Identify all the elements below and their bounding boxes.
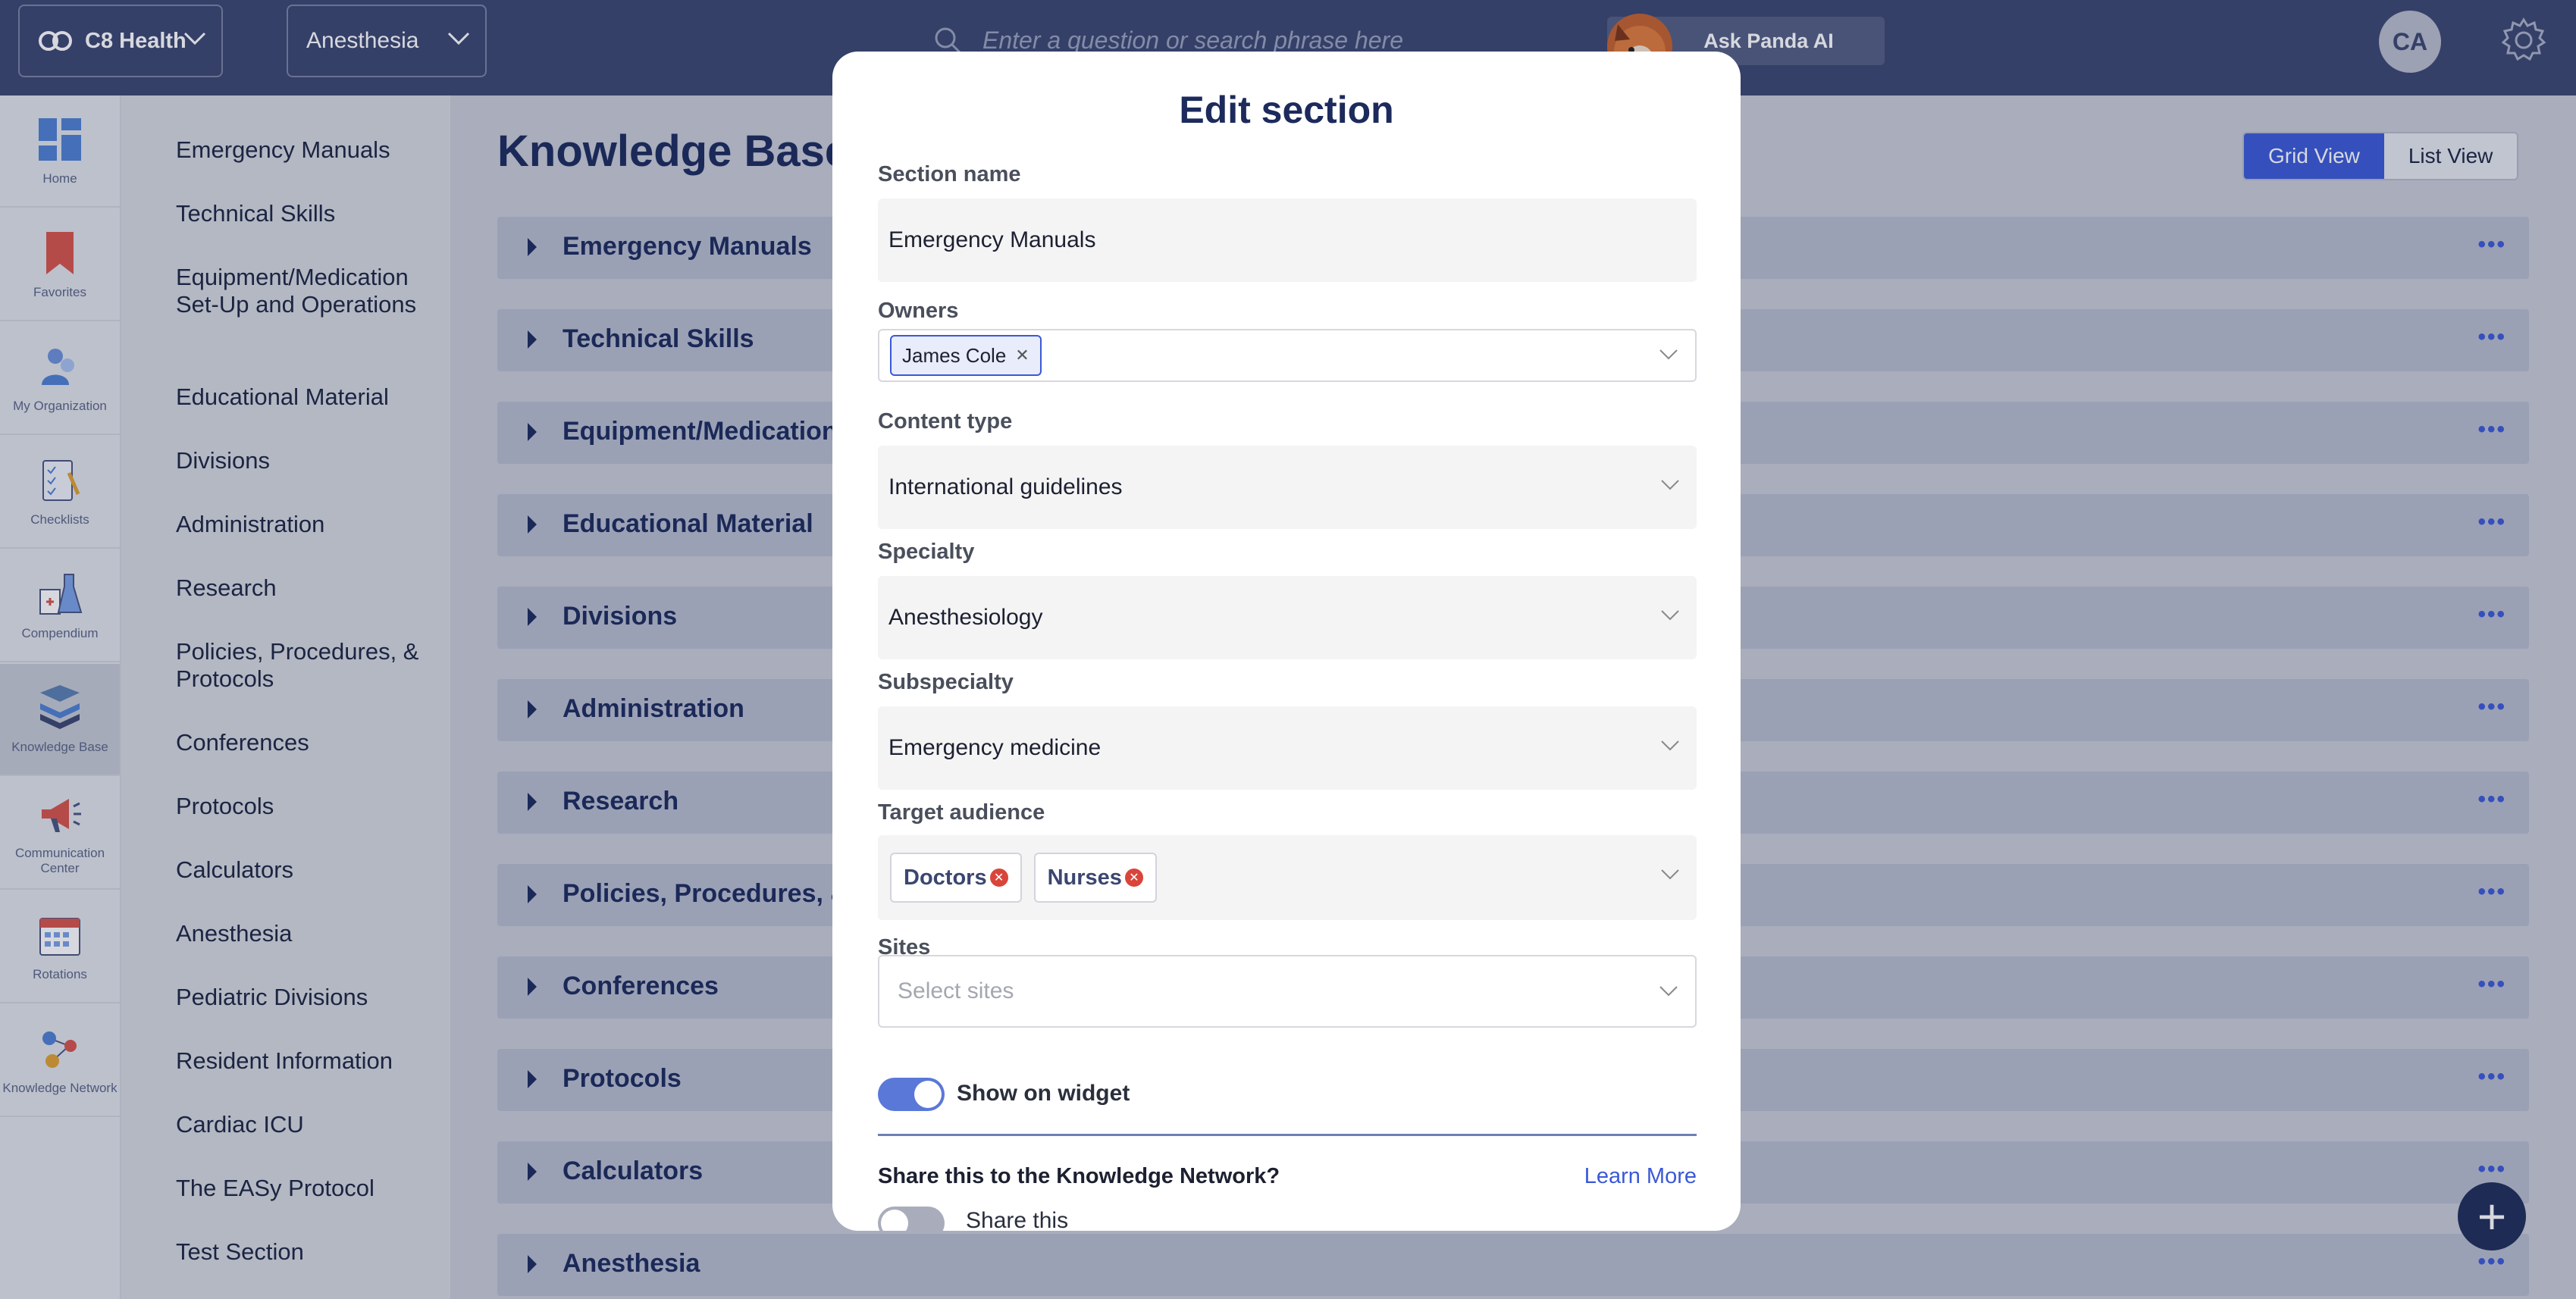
audience-tag: Nurses ✕: [1033, 853, 1157, 903]
section-name-label: Section name: [878, 162, 1021, 186]
content-type-label: Content type: [878, 409, 1013, 434]
section-name-value: Emergency Manuals: [888, 227, 1096, 252]
share-this-label: Share this: [966, 1208, 1069, 1231]
edit-section-modal: Edit section Section name Emergency Manu…: [832, 52, 1741, 1231]
owners-select[interactable]: James Cole ✕: [878, 329, 1697, 382]
divider: [878, 1134, 1697, 1136]
chevron-down-icon: [1661, 610, 1679, 621]
show-on-widget-toggle[interactable]: [878, 1078, 945, 1111]
show-on-widget-label: Show on widget: [957, 1081, 1130, 1106]
share-this-toggle[interactable]: [878, 1207, 945, 1231]
target-audience-label: Target audience: [878, 800, 1045, 825]
chevron-down-icon: [1661, 740, 1679, 751]
share-knowledge-network-question: Share this to the Knowledge Network?: [878, 1164, 1280, 1188]
content-type-value: International guidelines: [888, 474, 1123, 499]
specialty-value: Anesthesiology: [888, 605, 1043, 630]
chevron-down-icon: [1659, 986, 1678, 997]
audience-tag-label: Doctors: [904, 865, 987, 890]
audience-tag: Doctors ✕: [890, 853, 1022, 903]
specialty-label: Specialty: [878, 540, 975, 564]
remove-tag-icon[interactable]: ✕: [1124, 869, 1143, 887]
toggle-knob: [914, 1081, 942, 1108]
chevron-down-icon[interactable]: [1659, 349, 1678, 361]
section-name-input[interactable]: Emergency Manuals: [878, 199, 1697, 282]
learn-more-link[interactable]: Learn More: [1584, 1164, 1697, 1189]
chevron-down-icon: [1661, 480, 1679, 490]
chevron-down-icon: [1661, 869, 1679, 880]
remove-tag-icon[interactable]: ✕: [989, 869, 1008, 887]
content-type-select[interactable]: International guidelines: [878, 446, 1697, 529]
subspecialty-select[interactable]: Emergency medicine: [878, 706, 1697, 790]
modal-title: Edit section: [1179, 89, 1394, 131]
toggle-knob: [881, 1210, 908, 1231]
sites-select[interactable]: Select sites: [878, 955, 1697, 1028]
owner-tag-label: James Cole: [902, 343, 1007, 367]
remove-owner-icon[interactable]: ✕: [1015, 346, 1029, 365]
subspecialty-value: Emergency medicine: [888, 735, 1102, 760]
owner-tag: James Cole ✕: [890, 335, 1042, 376]
audience-tag-label: Nurses: [1047, 865, 1122, 890]
sites-placeholder: Select sites: [898, 978, 1014, 1003]
owners-label: Owners: [878, 299, 959, 323]
subspecialty-label: Subspecialty: [878, 670, 1014, 694]
target-audience-select[interactable]: Doctors ✕ Nurses ✕: [878, 835, 1697, 920]
specialty-select[interactable]: Anesthesiology: [878, 576, 1697, 659]
